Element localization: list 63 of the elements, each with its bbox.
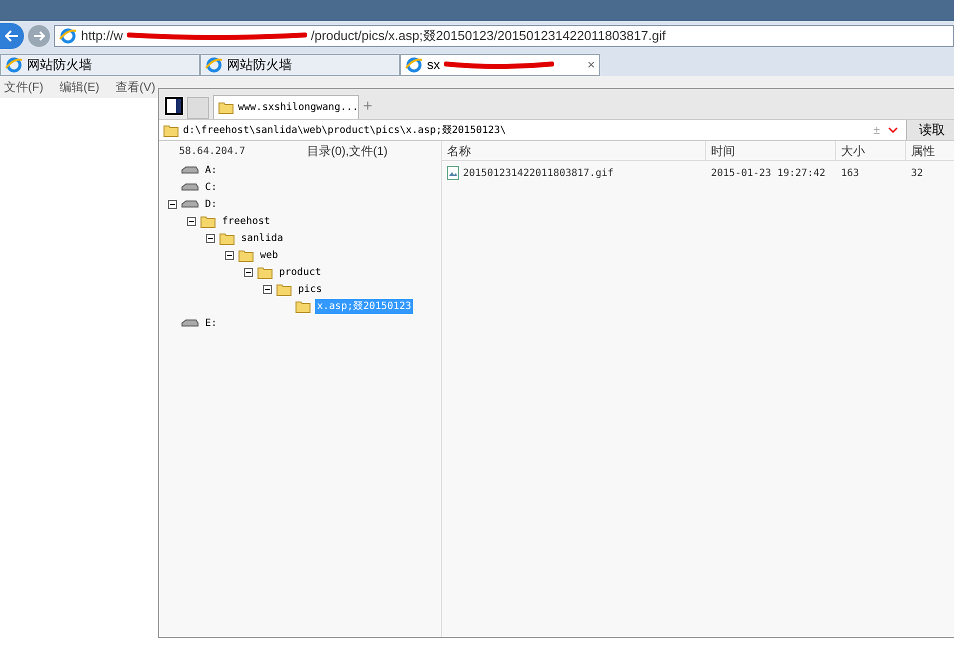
browser-logo-icon xyxy=(5,56,23,74)
browser-tab[interactable]: 网站防火墙 xyxy=(0,54,200,76)
read-button[interactable]: 读取 xyxy=(906,120,954,140)
collapse-toggle[interactable] xyxy=(225,251,234,260)
collapse-toggle[interactable] xyxy=(263,285,272,294)
tab-title: 网站防火墙 xyxy=(227,56,292,74)
folder-icon xyxy=(295,300,311,313)
tree-item[interactable]: sanlida xyxy=(239,231,286,246)
url-text: http://w xyxy=(81,27,123,46)
tree-item[interactable]: A: xyxy=(203,163,220,178)
browser-tab[interactable]: 网站防火墙 xyxy=(200,54,400,76)
folder-icon xyxy=(257,266,273,279)
drive-icon xyxy=(181,319,199,328)
tree-item[interactable]: web xyxy=(258,248,280,263)
back-arrow-icon xyxy=(5,30,19,42)
collapse-toggle[interactable] xyxy=(168,200,177,209)
close-icon[interactable]: × xyxy=(587,55,595,75)
folder-icon xyxy=(200,215,216,228)
browser-logo-icon xyxy=(405,56,423,74)
folder-icon xyxy=(219,232,235,245)
dropdown-icon[interactable] xyxy=(888,127,898,133)
table-cell-text: 2015-01-23 19:27:42 xyxy=(710,166,826,180)
column-header[interactable]: 属性 xyxy=(906,141,954,160)
panel-toggle-icon[interactable] xyxy=(165,97,183,115)
drive-icon xyxy=(181,183,199,192)
tree-item[interactable]: C: xyxy=(203,180,220,195)
url-text: /product/pics/x.asp;叕20150123/201501231422011803817.gif xyxy=(310,27,666,46)
table-cell-text: 32 xyxy=(910,166,924,180)
forward-arrow-icon xyxy=(33,31,45,41)
column-header[interactable]: 时间 xyxy=(706,141,836,160)
host-address: 58.64.204.7 xyxy=(178,144,246,158)
tree-item[interactable]: pics xyxy=(296,282,324,297)
tab-title: sx xyxy=(427,56,440,74)
column-header[interactable]: 大小 xyxy=(836,141,906,160)
path-field[interactable]: d:\freehost\sanlida\web\product\pics\x.asp;叕20150123\ ± xyxy=(159,121,906,139)
tab-title: 网站防火墙 xyxy=(27,56,92,74)
menu-item[interactable]: 编辑(E) xyxy=(59,78,100,96)
back-button[interactable] xyxy=(0,23,24,49)
folder-icon xyxy=(218,101,234,114)
collapse-toggle[interactable] xyxy=(187,217,196,226)
drive-icon xyxy=(181,200,199,209)
folder-icon xyxy=(238,249,254,262)
collapse-toggle[interactable] xyxy=(244,268,253,277)
folder-icon xyxy=(276,283,292,296)
table-cell-text: 163 xyxy=(840,166,860,180)
tree-item[interactable]: product xyxy=(277,265,324,280)
tree-item[interactable]: E: xyxy=(203,316,220,331)
image-file-icon xyxy=(447,166,459,180)
menu-item[interactable]: 查看(V) xyxy=(115,78,156,96)
manager-tab[interactable]: www.sxshilongwang... xyxy=(213,95,359,119)
menu-item[interactable]: 文件(F) xyxy=(4,78,44,96)
browser-logo-icon xyxy=(205,56,223,74)
collapse-toggle[interactable] xyxy=(206,234,215,243)
drive-icon xyxy=(181,166,199,175)
address-bar[interactable]: http://w /product/pics/x.asp;叕20150123/201501231422011803817.gif xyxy=(54,25,954,47)
item-count: 目录(0),文件(1) xyxy=(307,143,388,160)
folder-icon xyxy=(163,124,179,136)
file-name[interactable]: 201501231422011803817.gif xyxy=(463,166,614,180)
tree-item[interactable]: freehost xyxy=(220,214,272,229)
browser-tab[interactable]: sx × xyxy=(400,54,600,76)
browser-logo-icon xyxy=(59,27,77,45)
tree-item[interactable]: D: xyxy=(203,197,220,212)
column-header[interactable]: 名称 xyxy=(442,141,706,160)
